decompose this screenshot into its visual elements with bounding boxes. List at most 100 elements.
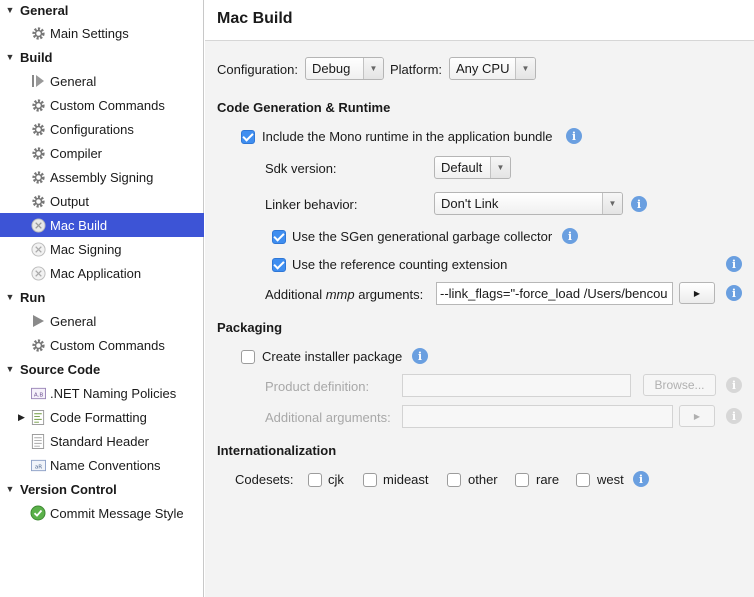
chevron-down-icon: ▼	[602, 193, 622, 214]
codeset-west-checkbox[interactable]	[576, 473, 590, 487]
sgen-label: Use the SGen generational garbage collec…	[292, 229, 553, 244]
main-panel: Mac Build Configuration: Debug ▼ Platform…	[205, 0, 754, 597]
codeset-rare-checkbox[interactable]	[515, 473, 529, 487]
gear-icon	[30, 97, 46, 113]
codeset-cjk-checkbox[interactable]	[308, 473, 322, 487]
info-icon[interactable]: i	[726, 256, 742, 272]
category-general[interactable]: ▼ General	[0, 0, 204, 22]
sidebar-item-net-naming-policies[interactable]: A.B .NET Naming Policies	[0, 381, 204, 405]
expanded-triangle-icon[interactable]: ▼	[0, 484, 20, 494]
x-circle-icon	[30, 265, 46, 281]
expanded-triangle-icon[interactable]: ▼	[0, 292, 20, 302]
browse-button[interactable]: Browse...	[643, 374, 716, 396]
sidebar-item-mac-application[interactable]: Mac Application	[0, 261, 204, 285]
info-icon[interactable]: i	[726, 408, 742, 424]
create-installer-label: Create installer package	[262, 349, 403, 364]
mmp-run-button[interactable]: ▶	[679, 282, 715, 304]
gear-icon	[30, 145, 46, 161]
sidebar-item-assembly-signing[interactable]: Assembly Signing	[0, 165, 204, 189]
chevron-down-icon: ▼	[490, 157, 510, 178]
refcount-checkbox[interactable]	[272, 258, 286, 272]
codeset-other-checkbox[interactable]	[447, 473, 461, 487]
sdk-version-dropdown[interactable]: Default ▼	[434, 156, 511, 179]
info-icon[interactable]: i	[633, 471, 649, 487]
expanded-triangle-icon[interactable]: ▼	[0, 364, 20, 374]
sidebar-item-main-settings[interactable]: Main Settings	[0, 21, 204, 45]
category-run[interactable]: ▼ Run	[0, 285, 204, 309]
document-icon	[30, 433, 46, 449]
naming-ab-icon: A.B	[30, 385, 46, 401]
additional-arguments-run-button[interactable]: ▶	[679, 405, 715, 427]
collapsed-triangle-icon[interactable]: ▶	[18, 412, 25, 423]
codeset-rare-label: rare	[536, 472, 560, 487]
sidebar-item-output[interactable]: Output	[0, 189, 204, 213]
expanded-triangle-icon[interactable]: ▼	[0, 5, 20, 15]
info-icon[interactable]: i	[562, 228, 578, 244]
sidebar-item-build-general[interactable]: General	[0, 69, 204, 93]
info-icon[interactable]: i	[566, 128, 582, 144]
gear-icon	[30, 25, 46, 41]
codeset-cjk-label: cjk	[328, 472, 344, 487]
packaging-section-title: Packaging	[217, 320, 283, 335]
gear-icon	[30, 121, 46, 137]
platform-dropdown[interactable]: Any CPU ▼	[449, 57, 536, 80]
sidebar-item-mac-signing[interactable]: Mac Signing	[0, 237, 204, 261]
gear-icon	[30, 169, 46, 185]
sidebar-item-run-general[interactable]: General	[0, 309, 204, 333]
sdk-version-label: Sdk version:	[265, 161, 337, 176]
chevron-down-icon: ▼	[363, 58, 383, 79]
platform-label: Platform:	[390, 62, 443, 77]
x-circle-icon	[30, 217, 46, 233]
svg-text:aR: aR	[34, 464, 41, 470]
play-icon: ▶	[693, 288, 701, 298]
naming-ab-icon: aR	[30, 457, 46, 473]
additional-arguments-input[interactable]	[402, 405, 673, 428]
linker-behavior-label: Linker behavior:	[265, 197, 358, 212]
product-definition-label: Product definition:	[265, 379, 370, 394]
codesets-label: Codesets:	[235, 472, 294, 487]
x-circle-icon	[30, 241, 46, 257]
expanded-triangle-icon[interactable]: ▼	[0, 52, 20, 62]
gear-icon	[30, 337, 46, 353]
sidebar-item-run-custom-commands[interactable]: Custom Commands	[0, 333, 204, 357]
svg-text:A.B: A.B	[33, 392, 43, 398]
sidebar-item-code-formatting[interactable]: ▶ Code Formatting	[0, 405, 204, 429]
mmp-arguments-label: Additional mmp arguments:	[265, 287, 424, 302]
info-icon[interactable]: i	[412, 348, 428, 364]
codeset-mideast-checkbox[interactable]	[363, 473, 377, 487]
info-icon[interactable]: i	[726, 285, 742, 301]
category-build[interactable]: ▼ Build	[0, 45, 204, 69]
product-definition-input[interactable]	[402, 374, 631, 397]
codegen-section-title: Code Generation & Runtime	[217, 100, 391, 115]
build-arrow-icon	[30, 73, 46, 89]
include-mono-label: Include the Mono runtime in the applicat…	[262, 129, 553, 144]
sidebar-item-custom-commands[interactable]: Custom Commands	[0, 93, 204, 117]
sidebar-item-commit-message-style[interactable]: Commit Message Style	[0, 501, 204, 525]
sidebar: ▼ General Main Settings ▼ Build General Cu…	[0, 0, 204, 597]
sidebar-item-name-conventions[interactable]: aR Name Conventions	[0, 453, 204, 477]
codeset-west-label: west	[597, 472, 624, 487]
panel-header: Mac Build	[205, 0, 754, 41]
info-icon[interactable]: i	[726, 377, 742, 393]
include-mono-checkbox[interactable]	[241, 130, 255, 144]
sidebar-item-mac-build[interactable]: Mac Build	[0, 213, 204, 237]
page-title: Mac Build	[217, 10, 293, 27]
code-document-icon	[30, 409, 46, 425]
linker-behavior-dropdown[interactable]: Don't Link ▼	[434, 192, 623, 215]
mmp-arguments-input[interactable]: --link_flags="-force_load /Users/bencou	[436, 282, 673, 305]
category-source-code[interactable]: ▼ Source Code	[0, 357, 204, 381]
sidebar-item-configurations[interactable]: Configurations	[0, 117, 204, 141]
sgen-checkbox[interactable]	[272, 230, 286, 244]
codeset-other-label: other	[468, 472, 498, 487]
sidebar-item-standard-header[interactable]: Standard Header	[0, 429, 204, 453]
info-icon[interactable]: i	[631, 196, 647, 212]
play-icon: ▶	[693, 411, 701, 421]
category-version-control[interactable]: ▼ Version Control	[0, 477, 204, 501]
create-installer-checkbox[interactable]	[241, 350, 255, 364]
additional-arguments-label: Additional arguments:	[265, 410, 391, 425]
sidebar-item-compiler[interactable]: Compiler	[0, 141, 204, 165]
gear-icon	[30, 193, 46, 209]
internationalization-section-title: Internationalization	[217, 443, 337, 458]
configuration-dropdown[interactable]: Debug ▼	[305, 57, 384, 80]
check-circle-icon	[30, 505, 46, 521]
